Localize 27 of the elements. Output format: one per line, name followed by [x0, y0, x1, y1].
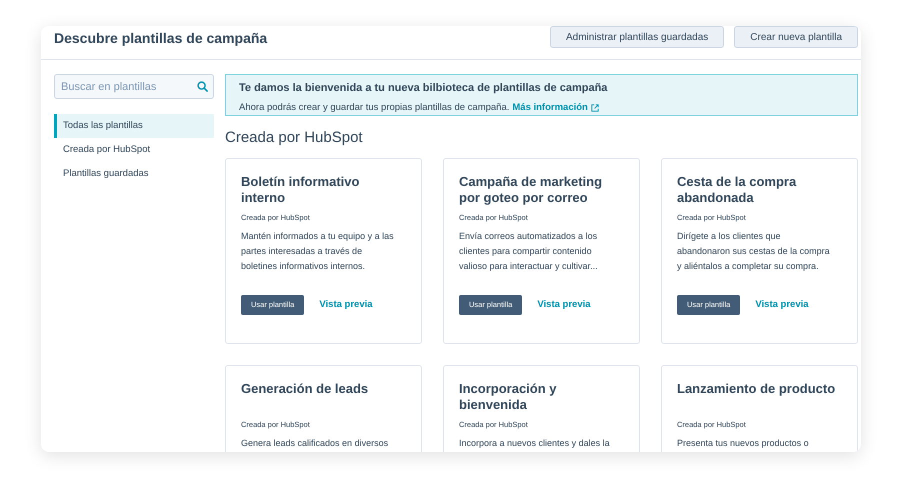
card-description: Envía correos automatizados a los clientes para compartir contenido valioso para interactuar y cultivar... — [459, 230, 599, 273]
card-title: Incorporación y bienvenida — [459, 380, 558, 412]
sidebar-item[interactable]: Todas las plantillas — [54, 114, 214, 138]
page-title: Descubre plantillas de campaña — [54, 29, 268, 48]
preview-link[interactable]: Vista previa — [537, 298, 591, 312]
search-icon — [197, 81, 208, 92]
card-description: Presenta tus nuevos productos o — [677, 436, 810, 450]
card-title: Generación de leads — [241, 380, 370, 398]
card-description: Incorpora a nuevos clientes y dales la — [459, 436, 611, 450]
search-field[interactable]: Buscar en plantillas — [54, 74, 214, 99]
preview-link[interactable]: Vista previa — [319, 298, 373, 312]
header-button[interactable]: Administrar plantillas guardadas — [550, 26, 724, 48]
banner-text: Ahora podrás crear y guardar tus propias plantillas de campaña. — [239, 100, 510, 114]
card-title: Lanzamiento de producto — [677, 380, 836, 398]
card-description: Mantén informados a tu equipo y a las partes interesadas a través de boletines informativos internos. — [241, 230, 395, 273]
sidebar-item[interactable]: Creada por HubSpot — [54, 138, 214, 162]
section-heading: Creada por HubSpot — [225, 128, 364, 148]
card-description: Genera leads calificados en diversos — [241, 436, 390, 450]
header-button[interactable]: Crear nueva plantilla — [734, 26, 858, 48]
external-link-icon — [590, 104, 599, 112]
preview-link[interactable]: Vista previa — [755, 298, 809, 312]
card-title: Boletín informativo interno — [241, 174, 360, 206]
card-description: Dirígete a los clientes que abandonaron sus cestas de la compra y aliéntalos a completar su compra. — [677, 230, 831, 273]
card-title: Cesta de la compra abandonada — [677, 174, 798, 206]
card-title: Campaña de marketing por goteo por correo — [459, 174, 604, 206]
banner-title: Te damos la bienvenida a tu nueva bilbioteca de plantillas de campaña — [239, 81, 608, 96]
sidebar-item[interactable]: Plantillas guardadas — [54, 162, 214, 186]
